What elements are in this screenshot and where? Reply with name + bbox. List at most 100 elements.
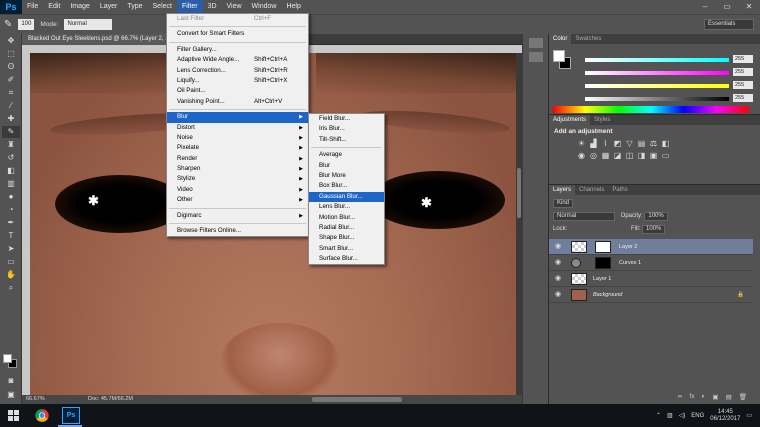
hand-tool-icon[interactable]: ✋	[2, 269, 20, 281]
layer-name[interactable]: Layer 2	[619, 239, 637, 255]
filter-menu-item-render[interactable]: Render ▶	[167, 154, 308, 164]
filter-menu-item-noise[interactable]: Noise ▶	[167, 133, 308, 143]
filter-menu-item-adaptive-wide-angle[interactable]: Adaptive Wide Angle... Shift+Ctrl+A	[167, 55, 308, 65]
blur-menu-item-field-blur[interactable]: Field Blur...	[309, 114, 384, 124]
clock[interactable]: 14:45 06/12/2017	[710, 409, 740, 423]
layer-row-curves-1[interactable]: ◉ Curves 1	[549, 255, 753, 271]
close-icon[interactable]: ✕	[738, 0, 760, 14]
menu-window[interactable]: Window	[247, 0, 282, 14]
color-spectrum[interactable]	[553, 106, 749, 113]
gradient-map-icon[interactable]: ▭	[661, 151, 670, 160]
blur-menu-item-tilt-shift[interactable]: Tilt-Shift...	[309, 135, 384, 145]
invert-icon[interactable]: ◪	[613, 151, 622, 160]
filter-menu-item-sharpen[interactable]: Sharpen ▶	[167, 164, 308, 174]
menu-view[interactable]: View	[222, 0, 247, 14]
foreground-color-swatch[interactable]	[3, 354, 12, 363]
blur-menu-item-surface-blur[interactable]: Surface Blur...	[309, 254, 384, 264]
selective-color-icon[interactable]: ▣	[649, 151, 658, 160]
menu-file[interactable]: File	[22, 0, 43, 14]
menu-select[interactable]: Select	[148, 0, 177, 14]
filter-menu-item-pixelate[interactable]: Pixelate ▶	[167, 143, 308, 153]
filter-menu-item-other[interactable]: Other ▶	[167, 195, 308, 205]
menu-layer[interactable]: Layer	[95, 0, 123, 14]
filter-menu-item-browse-filters-online[interactable]: Browse Filters Online...	[167, 226, 308, 236]
vibrance-icon[interactable]: ▽	[625, 139, 634, 148]
stamp-tool-icon[interactable]: ♜	[2, 139, 20, 151]
color-lookup-icon[interactable]: ▦	[601, 151, 610, 160]
filter-menu-item-liquify[interactable]: Liquify... Shift+Ctrl+X	[167, 76, 308, 86]
gradient-tool-icon[interactable]: ▥	[2, 178, 20, 190]
eraser-tool-icon[interactable]: ◧	[2, 165, 20, 177]
black-slider[interactable]: 255	[577, 94, 755, 103]
filter-menu-item-convert-for-smart-filters[interactable]: Convert for Smart Filters	[167, 29, 308, 39]
filter-menu-item-vanishing-point[interactable]: Vanishing Point... Alt+Ctrl+V	[167, 97, 308, 107]
tab-styles[interactable]: Styles	[590, 115, 614, 125]
visibility-eye-icon[interactable]: ◉	[553, 255, 563, 271]
photo-filter-icon[interactable]: ◉	[577, 151, 586, 160]
type-tool-icon[interactable]: T	[2, 230, 20, 242]
blur-menu-item-motion-blur[interactable]: Motion Blur...	[309, 213, 384, 223]
path-select-tool-icon[interactable]: ➤	[2, 243, 20, 255]
blur-menu-item-smart-blur[interactable]: Smart Blur...	[309, 244, 384, 254]
posterize-icon[interactable]: ◫	[625, 151, 634, 160]
history-panel-icon[interactable]	[529, 38, 543, 48]
blur-menu-item-box-blur[interactable]: Box Blur...	[309, 181, 384, 191]
menu-edit[interactable]: Edit	[43, 0, 65, 14]
workspace-select[interactable]: Essentials	[704, 19, 754, 30]
crop-tool-icon[interactable]: ⌗	[2, 87, 20, 99]
delete-layer-icon[interactable]: 🗑	[739, 393, 747, 403]
blur-menu-item-lens-blur[interactable]: Lens Blur...	[309, 202, 384, 212]
quick-select-tool-icon[interactable]: ✐	[2, 74, 20, 86]
network-icon[interactable]: ▥	[667, 412, 673, 419]
tab-layers[interactable]: Layers	[549, 185, 576, 195]
exposure-icon[interactable]: ◩	[613, 139, 622, 148]
maximize-icon[interactable]: ▭	[716, 0, 738, 14]
magenta-slider[interactable]: 255	[577, 68, 755, 77]
zoom-tool-icon[interactable]: ⌕	[2, 282, 20, 294]
brightness-contrast-icon[interactable]: ☀	[577, 139, 586, 148]
yellow-slider[interactable]: 255	[577, 81, 755, 90]
menu-filter[interactable]: Filter	[176, 0, 203, 14]
document-tab[interactable]: Blacked Out Eye Sleeklens.psd @ 66.7% (L…	[22, 34, 177, 45]
tab-adjustments[interactable]: Adjustments	[549, 115, 591, 125]
blur-menu-item-blur[interactable]: Blur	[309, 161, 384, 171]
layer-name[interactable]: Layer 1	[593, 271, 611, 287]
history-brush-tool-icon[interactable]: ↺	[2, 152, 20, 164]
tab-channels[interactable]: Channels	[575, 185, 608, 195]
blur-menu-item-gaussian-blur[interactable]: Gaussian Blur...	[309, 191, 384, 203]
visibility-eye-icon[interactable]: ◉	[553, 287, 563, 303]
filter-menu-item-distort[interactable]: Distort ▶	[167, 123, 308, 133]
layer-mask-thumbnail[interactable]	[595, 257, 611, 269]
layer-name[interactable]: Background	[593, 287, 622, 303]
tab-color[interactable]: Color	[549, 34, 572, 44]
foreground-color-chip[interactable]	[553, 50, 565, 62]
lasso-tool-icon[interactable]: ʘ	[2, 61, 20, 73]
cyan-slider[interactable]: 255	[577, 55, 755, 64]
filter-menu-item-video[interactable]: Video ▶	[167, 185, 308, 195]
marquee-tool-icon[interactable]: ⬚	[2, 48, 20, 60]
layer-row-background[interactable]: ◉ Background 🔒	[549, 287, 753, 303]
layer-filter-kind[interactable]: Kind	[553, 199, 574, 208]
visibility-eye-icon[interactable]: ◉	[553, 271, 563, 287]
keyboard-language[interactable]: ENG	[691, 413, 704, 419]
properties-panel-icon[interactable]	[529, 52, 543, 62]
layer-name[interactable]: Curves 1	[619, 255, 641, 271]
blur-menu-item-average[interactable]: Average	[309, 150, 384, 160]
brush-size-field[interactable]: 100	[18, 19, 35, 30]
chrome-taskbar-icon[interactable]	[35, 409, 49, 422]
layer-mask-thumbnail[interactable]	[595, 241, 611, 253]
tray-chevron-icon[interactable]: ⌃	[656, 412, 661, 419]
threshold-icon[interactable]: ◨	[637, 151, 646, 160]
eyedropper-tool-icon[interactable]: ⁄	[2, 100, 20, 112]
color-balance-icon[interactable]: ⚖	[649, 139, 658, 148]
blur-menu-item-shape-blur[interactable]: Shape Blur...	[309, 233, 384, 243]
shape-tool-icon[interactable]: ▭	[2, 256, 20, 268]
windows-start-icon[interactable]	[8, 410, 19, 421]
blur-menu-item-blur-more[interactable]: Blur More	[309, 171, 384, 181]
horizontal-scrollbar[interactable]	[312, 397, 402, 402]
filter-menu-item-filter-gallery[interactable]: Filter Gallery...	[167, 45, 308, 55]
move-tool-icon[interactable]: ✥	[2, 35, 20, 47]
new-layer-icon[interactable]: ▤	[726, 393, 732, 403]
layer-row-layer-2[interactable]: ◉ Layer 2	[549, 239, 753, 255]
blend-mode-select[interactable]: Normal	[553, 212, 615, 221]
